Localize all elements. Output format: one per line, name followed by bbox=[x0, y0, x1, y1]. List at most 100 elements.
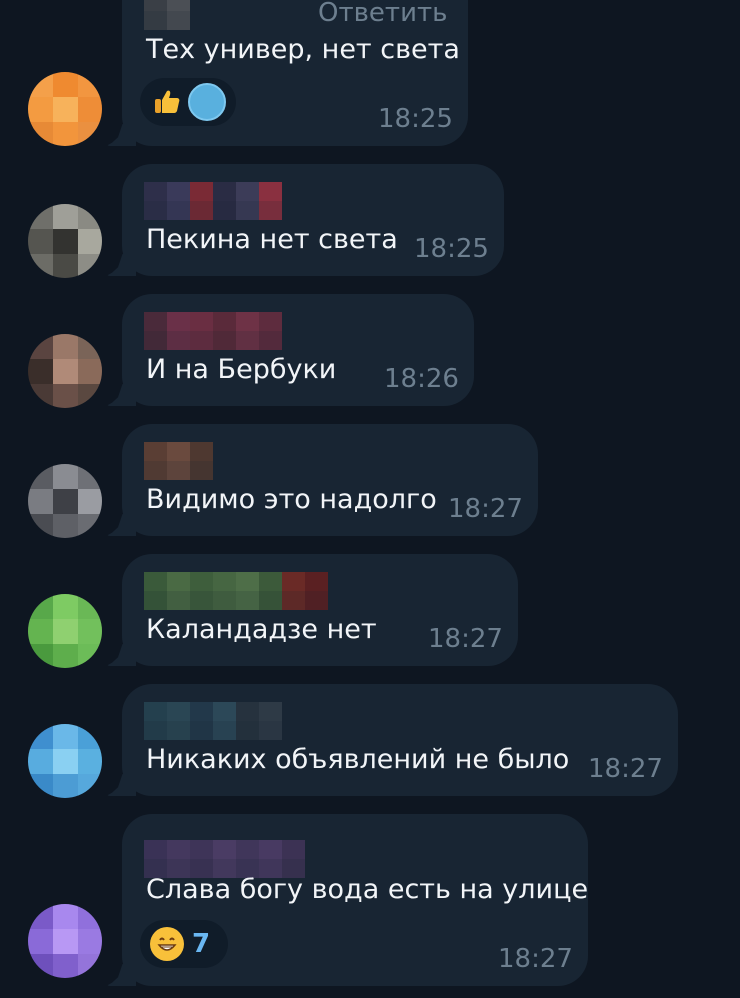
sender-pixel bbox=[236, 721, 259, 740]
sender-pixel bbox=[144, 0, 167, 11]
avatar-pixel bbox=[28, 489, 53, 514]
sender-pixel-column bbox=[236, 182, 259, 220]
sender-pixel bbox=[144, 591, 167, 610]
avatar-pixel bbox=[78, 359, 102, 384]
reactions-bar[interactable] bbox=[140, 78, 236, 126]
avatar[interactable] bbox=[28, 72, 102, 146]
avatar-pixel bbox=[78, 72, 102, 97]
sender-pixel bbox=[213, 572, 236, 591]
message-text: Каландадзе нет bbox=[146, 614, 377, 645]
avatar[interactable] bbox=[28, 334, 102, 408]
sender-name-pixelated[interactable] bbox=[144, 572, 328, 610]
sender-pixel bbox=[144, 201, 167, 220]
reactor-avatar-icon[interactable] bbox=[188, 83, 226, 121]
avatar-pixel bbox=[28, 384, 53, 408]
message-bubble[interactable]: Пекина нет света 18:25 bbox=[106, 164, 504, 276]
sender-pixel bbox=[167, 572, 190, 591]
message-text: Пекина нет света bbox=[146, 224, 398, 255]
message-bubble[interactable]: И на Бербуки 18:26 bbox=[106, 294, 474, 406]
message-bubble[interactable]: Каландадзе нет 18:27 bbox=[106, 554, 518, 666]
sender-pixel-column bbox=[213, 702, 236, 740]
avatar-pixel bbox=[78, 97, 102, 122]
grin-emoji-icon[interactable] bbox=[150, 927, 184, 961]
sender-name-pixelated[interactable] bbox=[144, 312, 282, 350]
reaction-count: 7 bbox=[192, 929, 211, 959]
avatar-pixel bbox=[78, 204, 102, 229]
avatar[interactable] bbox=[28, 594, 102, 668]
sender-pixel bbox=[282, 591, 305, 610]
sender-name-pixelated[interactable] bbox=[144, 442, 213, 480]
sender-pixel bbox=[236, 312, 259, 331]
sender-pixel bbox=[144, 572, 167, 591]
sender-pixel bbox=[213, 182, 236, 201]
sender-pixel bbox=[282, 572, 305, 591]
avatar-pixel bbox=[78, 229, 102, 254]
message-bubble[interactable]: Ответить Тех универ, нет света 18:25 bbox=[106, 0, 468, 146]
avatar-pixel bbox=[78, 514, 102, 538]
sender-pixel bbox=[213, 840, 236, 859]
sender-pixel bbox=[259, 840, 282, 859]
sender-pixel-column bbox=[282, 572, 305, 610]
avatar[interactable] bbox=[28, 464, 102, 538]
sender-pixel bbox=[167, 331, 190, 350]
avatar-pixel bbox=[28, 229, 53, 254]
sender-pixel-column bbox=[213, 312, 236, 350]
sender-pixel bbox=[259, 331, 282, 350]
sender-pixel bbox=[167, 591, 190, 610]
sender-pixel-column bbox=[167, 702, 190, 740]
avatar-pixel bbox=[78, 749, 102, 774]
message-text: Тех универ, нет света bbox=[146, 34, 460, 65]
sender-pixel bbox=[236, 702, 259, 721]
chat-history[interactable]: Ответить Тех универ, нет света 18:25 Пек… bbox=[0, 0, 740, 998]
avatar-pixel bbox=[53, 384, 78, 408]
message-text: Видимо это надолго bbox=[146, 484, 437, 515]
avatar-pixel bbox=[53, 594, 78, 619]
sender-pixel bbox=[144, 331, 167, 350]
avatar-pixel bbox=[28, 254, 53, 278]
message-bubble[interactable]: Никаких объявлений не было 18:27 bbox=[106, 684, 678, 796]
avatar-pixel bbox=[28, 774, 53, 798]
sender-pixel-column bbox=[190, 182, 213, 220]
avatar-pixel bbox=[78, 954, 102, 978]
sender-pixel bbox=[190, 461, 213, 480]
avatar-pixel bbox=[53, 724, 78, 749]
avatar[interactable] bbox=[28, 724, 102, 798]
avatar-pixel bbox=[28, 644, 53, 668]
sender-pixel-column bbox=[167, 840, 190, 878]
sender-name-pixelated[interactable] bbox=[144, 702, 282, 740]
avatar-pixel bbox=[78, 644, 102, 668]
sender-pixel bbox=[167, 461, 190, 480]
sender-name-pixelated[interactable] bbox=[144, 840, 305, 878]
message-bubble[interactable]: Слава богу вода есть на улице 7 18:27 bbox=[106, 814, 588, 986]
avatar[interactable] bbox=[28, 204, 102, 278]
sender-pixel bbox=[167, 182, 190, 201]
avatar-pixel bbox=[28, 954, 53, 978]
avatar-pixel bbox=[53, 464, 78, 489]
avatar-pixel bbox=[78, 774, 102, 798]
sender-pixel bbox=[190, 591, 213, 610]
sender-pixel-column bbox=[213, 572, 236, 610]
thumbs-up-icon[interactable] bbox=[150, 85, 184, 119]
sender-pixel bbox=[236, 572, 259, 591]
sender-pixel-column bbox=[236, 312, 259, 350]
sender-pixel bbox=[190, 572, 213, 591]
avatar-pixel bbox=[53, 644, 78, 668]
message-time: 18:25 bbox=[414, 234, 489, 264]
message-text: И на Бербуки bbox=[146, 354, 337, 385]
avatar-pixel bbox=[53, 122, 78, 146]
message-bubble[interactable]: Видимо это надолго 18:27 bbox=[106, 424, 538, 536]
avatar-pixel bbox=[53, 774, 78, 798]
avatar-pixel bbox=[78, 464, 102, 489]
reply-button[interactable]: Ответить bbox=[318, 0, 447, 28]
sender-pixel-column bbox=[144, 840, 167, 878]
avatar-pixel bbox=[53, 254, 78, 278]
reactions-bar[interactable]: 7 bbox=[140, 920, 228, 968]
sender-pixel bbox=[213, 312, 236, 331]
sender-pixel-column bbox=[213, 182, 236, 220]
sender-pixel bbox=[144, 11, 167, 30]
sender-pixel-column bbox=[144, 442, 167, 480]
sender-name-pixelated[interactable] bbox=[144, 182, 282, 220]
sender-name-pixelated[interactable] bbox=[144, 0, 190, 30]
avatar[interactable] bbox=[28, 904, 102, 978]
avatar-pixel bbox=[78, 489, 102, 514]
